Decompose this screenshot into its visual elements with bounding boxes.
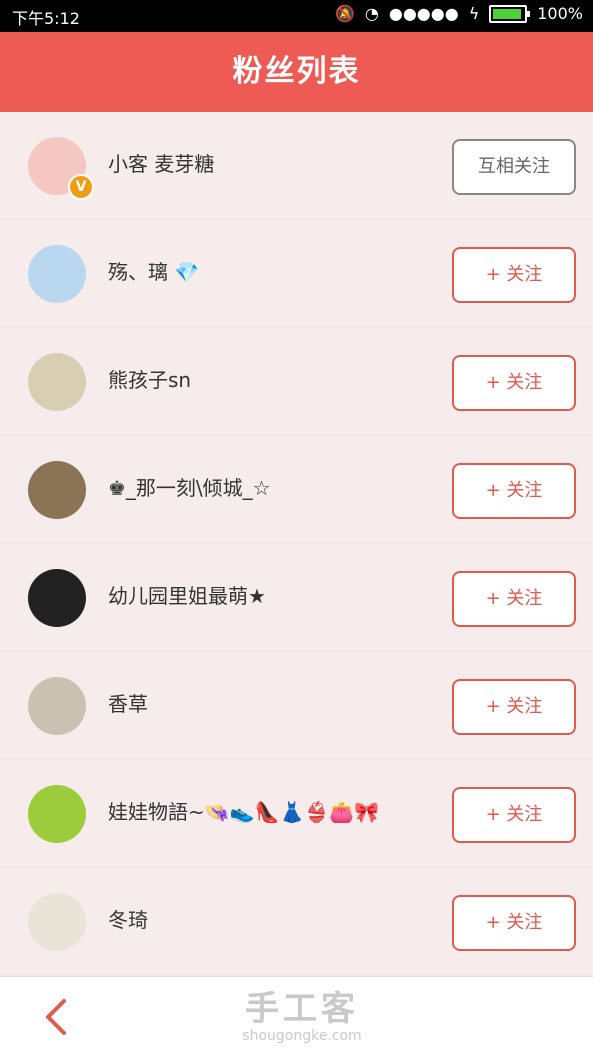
- verified-badge: V: [68, 174, 94, 200]
- mutual-follow-button[interactable]: 互相关注: [452, 139, 576, 195]
- follow-button[interactable]: + 关注: [452, 679, 576, 735]
- back-icon[interactable]: [38, 997, 78, 1037]
- page-title: 粉丝列表: [0, 32, 593, 112]
- list-item[interactable]: ♚_那一刻\倾城_☆ + 关注: [0, 436, 593, 544]
- list-item[interactable]: 熊孩子sn + 关注: [0, 328, 593, 436]
- watermark-url: shougongke.com: [242, 1028, 362, 1044]
- fan-list: V 小客 麦芽糖 互相关注 殇、璃 💎 + 关注 熊孩子sn + 关注 ♚_那一…: [0, 112, 593, 976]
- fan-name: ♚_那一刻\倾城_☆: [108, 476, 271, 500]
- signal-icon: ●●●●●: [388, 4, 459, 23]
- list-item[interactable]: 香草 + 关注: [0, 652, 593, 760]
- avatar[interactable]: [28, 245, 86, 303]
- list-item[interactable]: 殇、璃 💎 + 关注: [0, 220, 593, 328]
- fan-name: 冬琦: [108, 908, 148, 932]
- fan-name: 小客 麦芽糖: [108, 152, 215, 176]
- list-item[interactable]: V 小客 麦芽糖 互相关注: [0, 112, 593, 220]
- follow-button[interactable]: + 关注: [452, 895, 576, 951]
- follow-button[interactable]: + 关注: [452, 571, 576, 627]
- follow-button[interactable]: + 关注: [452, 247, 576, 303]
- avatar[interactable]: [28, 893, 86, 951]
- mute-icon: 🔕: [334, 4, 355, 23]
- list-item[interactable]: 娃娃物語~👒👟👠👗👙👛🎀 + 关注: [0, 760, 593, 868]
- avatar[interactable]: [28, 569, 86, 627]
- wifi-icon: ◔: [364, 4, 379, 23]
- avatar[interactable]: [28, 677, 86, 735]
- avatar[interactable]: [28, 785, 86, 843]
- fan-name: 香草: [108, 692, 148, 716]
- list-item[interactable]: 幼儿园里姐最萌★ + 关注: [0, 544, 593, 652]
- status-time: 下午5:12: [12, 9, 80, 28]
- follow-button[interactable]: + 关注: [452, 355, 576, 411]
- watermark-title: 手工客: [245, 989, 359, 1029]
- fan-name: 熊孩子sn: [108, 368, 192, 392]
- fan-name: 娃娃物語~👒👟👠👗👙👛🎀: [108, 800, 380, 824]
- battery-icon: [489, 4, 531, 23]
- watermark: 手工客 shougongke.com: [232, 981, 372, 1044]
- status-icons: 🔕 ◔ ●●●●● ϟ 100%: [335, 4, 583, 23]
- fan-name: 殇、璃 💎: [108, 260, 200, 284]
- list-item[interactable]: 冬琦 + 关注: [0, 868, 593, 976]
- avatar[interactable]: [28, 461, 86, 519]
- avatar[interactable]: [28, 353, 86, 411]
- follow-button[interactable]: + 关注: [452, 787, 576, 843]
- fan-name: 幼儿园里姐最萌★: [108, 584, 266, 608]
- bottom-bar: 手工客 shougongke.com: [0, 976, 593, 1055]
- battery-percent: 100%: [537, 4, 583, 23]
- follow-button[interactable]: + 关注: [452, 463, 576, 519]
- charging-icon: ϟ: [468, 4, 480, 23]
- status-bar: 下午5:12 🔕 ◔ ●●●●● ϟ 100%: [0, 0, 593, 32]
